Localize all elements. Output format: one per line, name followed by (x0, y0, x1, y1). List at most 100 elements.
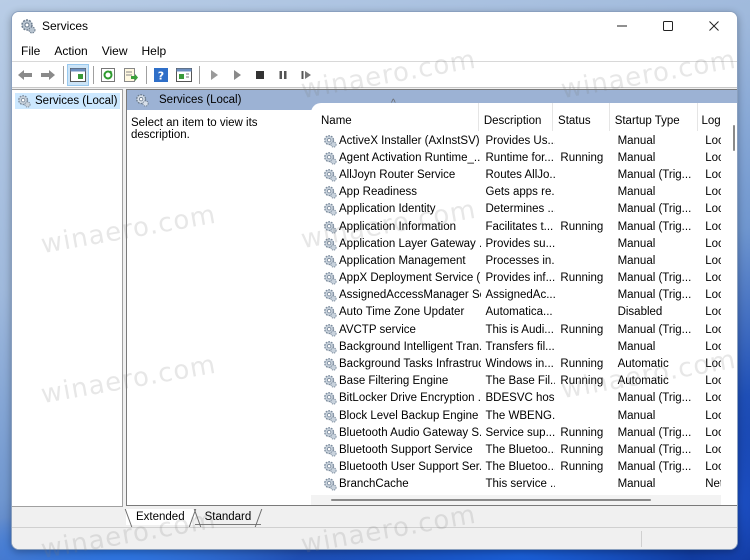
menu-file[interactable]: File (14, 40, 47, 62)
service-gear-icon (324, 306, 337, 320)
service-startup-type: Manual (617, 254, 656, 267)
service-name-cell: ActiveX Installer (AxInstSV) (311, 134, 481, 148)
back-arrow-icon (18, 69, 32, 80)
service-row[interactable]: App Readiness Gets apps re... Manual Loca (311, 184, 721, 201)
show-hide-console-tree-button[interactable] (67, 63, 89, 86)
service-name-cell: BitLocker Drive Encryption ... (311, 391, 481, 405)
maximize-button[interactable] (645, 12, 691, 40)
horizontal-scrollbar-thumb[interactable] (331, 499, 651, 501)
service-row[interactable]: Base Filtering Engine The Base Fil... Runn… (311, 373, 721, 390)
column-header-description[interactable]: Description (479, 103, 554, 131)
service-log-on-as: Loca (705, 254, 721, 267)
service-row[interactable]: ActiveX Installer (AxInstSV) Provides Us.… (311, 132, 721, 149)
service-description: The Bluetoo... (485, 443, 556, 456)
service-name-cell: Background Tasks Infrastruc... (311, 357, 481, 371)
service-row[interactable]: AssignedAccessManager Se... AssignedAc...… (311, 287, 721, 304)
view-tabs: Extended Standard (126, 509, 262, 527)
service-row[interactable]: Auto Time Zone Updater Automatica... Disab… (311, 304, 721, 321)
service-row[interactable]: Background Tasks Infrastruc... Windows in… (311, 355, 721, 372)
restart-button[interactable] (295, 64, 317, 86)
start-service-button[interactable] (203, 64, 225, 86)
service-name: AVCTP service (339, 323, 416, 336)
service-gear-icon (324, 358, 337, 371)
help-button[interactable]: ? (150, 64, 172, 86)
service-row[interactable]: Application Identity Determines ... Manual… (311, 201, 721, 218)
menu-help[interactable]: Help (135, 40, 174, 62)
service-row[interactable]: Application Layer Gateway ... Provides su… (311, 235, 721, 252)
refresh-button[interactable] (97, 64, 119, 86)
service-row[interactable]: Application Information Facilitates t... R… (311, 218, 721, 235)
service-description: Provides Us... (485, 134, 556, 147)
tree-item-label: Services (Local) (35, 95, 118, 107)
status-bar-divider (641, 531, 642, 547)
service-startup-type: Manual (617, 151, 656, 164)
play-outline-icon (211, 69, 218, 80)
service-gear-icon (324, 426, 337, 440)
column-label: Status (558, 115, 591, 127)
service-row[interactable]: AppX Deployment Service (... Provides inf… (311, 270, 721, 287)
menu-bar: File Action View Help (12, 40, 737, 62)
service-row[interactable]: Background Intelligent Tran... Transfers … (311, 338, 721, 355)
column-label: Description (483, 115, 542, 127)
service-row[interactable]: AllJoyn Router Service Routes AllJo... Man… (311, 166, 721, 183)
service-row[interactable]: Bluetooth Support Service The Bluetoo... R… (311, 441, 721, 458)
service-row[interactable]: BitLocker Drive Encryption ... BDESVC hos… (311, 390, 721, 407)
service-row[interactable]: Bluetooth User Support Ser... The Bluetoo… (311, 459, 721, 476)
service-log-on-as: Loca (705, 358, 721, 371)
service-name-cell: AVCTP service (311, 323, 481, 337)
stop-button[interactable] (249, 64, 271, 86)
export-list-button[interactable] (120, 64, 142, 86)
tab-extended[interactable]: Extended (126, 509, 195, 525)
service-row[interactable]: BranchCache This service ... Manual Netw (311, 476, 721, 493)
close-button[interactable] (691, 12, 737, 40)
service-log-on-as: Loca (705, 443, 721, 456)
horizontal-scrollbar[interactable] (311, 495, 721, 505)
title-bar[interactable]: Services (12, 12, 737, 40)
restart-icon (301, 70, 311, 79)
column-header-startup-type[interactable]: Startup Type (610, 103, 698, 131)
pause-button[interactable] (272, 64, 294, 86)
service-description: Processes in... (485, 254, 556, 267)
back-button[interactable] (14, 64, 36, 86)
service-log-on-as: Loca (705, 289, 721, 302)
service-row[interactable]: Bluetooth Audio Gateway S... Service sup.… (311, 424, 721, 441)
service-name-cell: Base Filtering Engine (311, 374, 481, 388)
service-description: Provides inf... (485, 272, 556, 285)
service-log-on-as: Loca (705, 306, 721, 319)
service-name-cell: AllJoyn Router Service (311, 168, 481, 182)
service-name: AllJoyn Router Service (339, 168, 456, 181)
service-log-on-as: Loca (705, 461, 721, 474)
service-gear-icon (324, 186, 337, 199)
export-list-icon (124, 67, 138, 82)
column-header-status[interactable]: Status (553, 103, 610, 131)
refresh-icon (101, 67, 115, 82)
service-row[interactable]: Agent Activation Runtime_... Runtime for.… (311, 149, 721, 166)
services-list[interactable]: ^ Name Description Status Startup Type L… (311, 98, 737, 505)
service-status: Running (560, 151, 604, 164)
service-gear-icon (324, 151, 337, 165)
menu-action[interactable]: Action (47, 40, 94, 62)
service-log-on-as: Loca (705, 392, 721, 405)
service-gear-icon (324, 169, 337, 182)
toolbar-separator (199, 65, 200, 84)
service-startup-type: Automatic (617, 358, 669, 371)
properties-button[interactable] (173, 64, 195, 86)
tree-item-services-local[interactable]: Services (Local) (15, 93, 121, 109)
service-row[interactable]: AVCTP service This is Audi... Running Manua… (311, 321, 721, 338)
tab-standard[interactable]: Standard (194, 509, 262, 525)
vertical-scrollbar-thumb[interactable] (733, 125, 735, 151)
column-header-log-on-as[interactable]: Log (698, 103, 721, 131)
column-header-name[interactable]: ^ Name (311, 98, 479, 131)
menu-view[interactable]: View (95, 40, 135, 62)
service-name-cell: Application Information (311, 220, 481, 234)
service-startup-type: Manual (Trig... (617, 168, 692, 181)
service-gear-icon (324, 323, 337, 337)
service-row[interactable]: Application Management Processes in... Man… (311, 252, 721, 269)
start-button[interactable] (226, 64, 248, 86)
service-row[interactable]: Block Level Backup Engine ... The WBENG..… (311, 407, 721, 424)
service-log-on-as: Loca (705, 134, 721, 147)
minimize-button[interactable] (599, 12, 645, 40)
service-description: Provides su... (485, 237, 556, 250)
maximize-icon (663, 21, 673, 31)
forward-button[interactable] (37, 64, 59, 86)
